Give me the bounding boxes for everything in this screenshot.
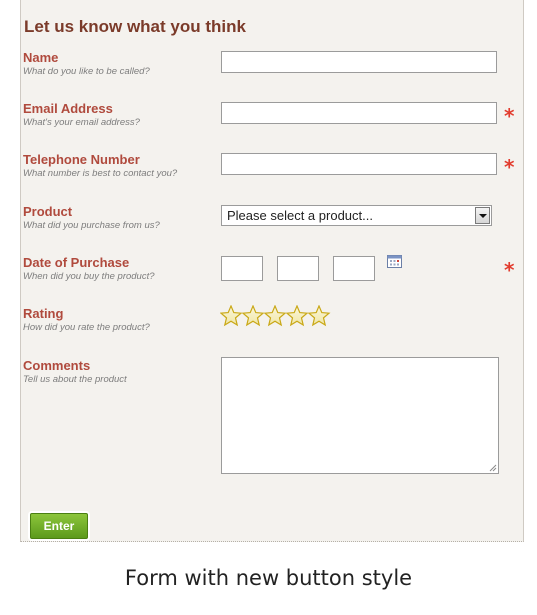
telephone-hint: What number is best to contact you? (23, 168, 178, 179)
telephone-required-asterisk-icon: * (504, 155, 515, 179)
product-label: Product (23, 204, 73, 219)
date-hint: When did you buy the product? (23, 271, 155, 282)
resize-grip-icon[interactable] (489, 464, 497, 472)
product-hint: What did you purchase from us? (23, 220, 160, 231)
comments-hint: Tell us about the product (23, 374, 127, 385)
feedback-form: Let us know what you think Name What do … (20, 0, 524, 542)
name-label: Name (23, 50, 59, 65)
rating-hint: How did you rate the product? (23, 322, 150, 333)
email-label: Email Address (23, 101, 113, 116)
calendar-icon[interactable] (387, 255, 402, 268)
form-title: Let us know what you think (24, 17, 246, 36)
date-day-input[interactable] (221, 256, 263, 281)
figure: Let us know what you think Name What do … (0, 0, 537, 615)
star-icon[interactable] (307, 304, 331, 327)
email-required-asterisk-icon: * (504, 104, 515, 128)
email-input[interactable] (221, 102, 497, 124)
rating-label: Rating (23, 306, 64, 321)
product-select-value: Please select a product... (227, 208, 373, 223)
dropdown-arrow-icon[interactable] (475, 207, 490, 224)
telephone-label: Telephone Number (23, 152, 140, 167)
name-input[interactable] (221, 51, 497, 73)
date-month-input[interactable] (277, 256, 319, 281)
enter-button[interactable]: Enter (30, 513, 88, 539)
date-required-asterisk-icon: * (504, 258, 515, 282)
date-year-input[interactable] (333, 256, 375, 281)
figure-caption: Form with new button style (124, 566, 413, 590)
star-icon[interactable] (263, 304, 287, 327)
star-icon[interactable] (285, 304, 309, 327)
comments-label: Comments (23, 358, 91, 373)
telephone-input[interactable] (221, 153, 497, 175)
product-select[interactable]: Please select a product... (221, 205, 492, 226)
star-rating[interactable] (219, 304, 332, 327)
email-hint: What's your email address? (23, 117, 140, 128)
star-icon[interactable] (219, 304, 243, 327)
comments-textarea[interactable] (221, 357, 499, 474)
star-icon[interactable] (241, 304, 265, 327)
star-rating-icons[interactable] (219, 304, 332, 327)
name-hint: What do you like to be called? (23, 66, 150, 77)
date-label: Date of Purchase (23, 255, 130, 270)
